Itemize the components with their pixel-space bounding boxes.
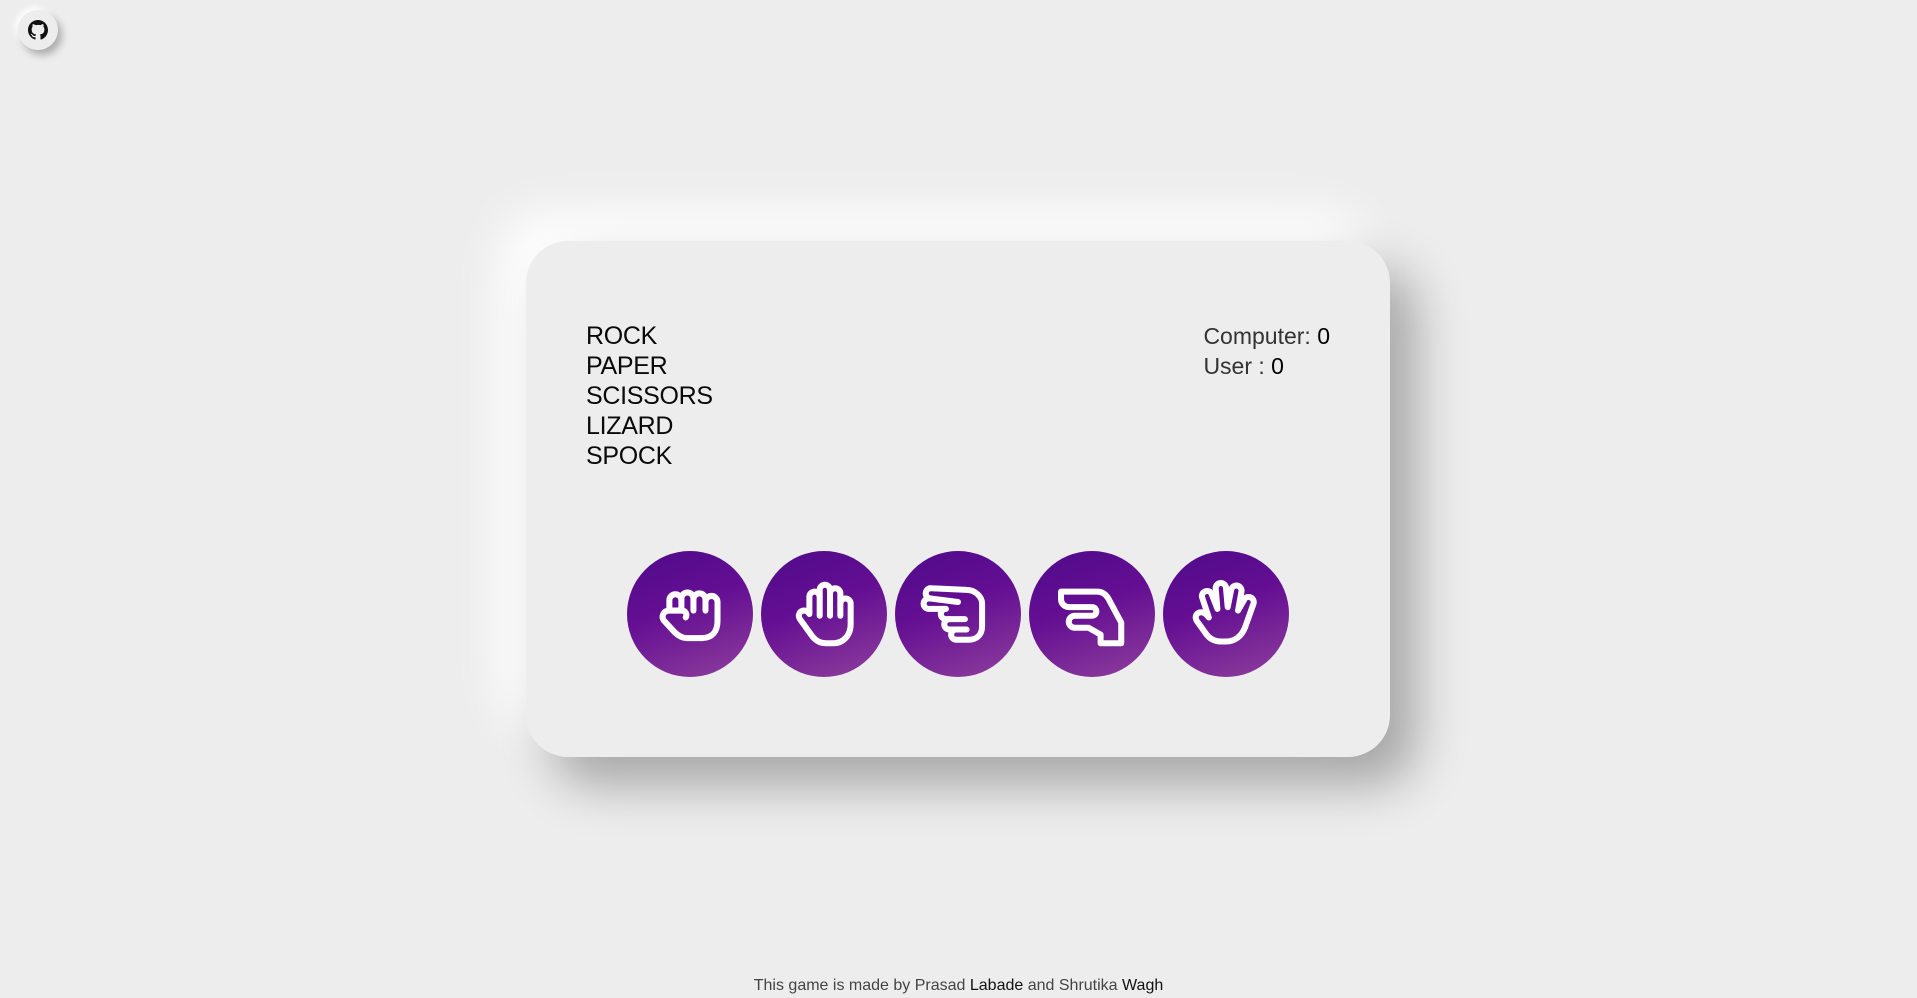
title-line-spock: SPOCK — [586, 442, 673, 470]
hand-paper-icon — [795, 581, 854, 647]
title-line-scissors: SCISSORS — [586, 382, 713, 410]
author1-first: Prasad — [914, 977, 966, 994]
title-line-rock: ROCK — [586, 322, 658, 350]
title-line-paper: PAPER — [586, 352, 668, 380]
author2-first: Shrutika — [1058, 977, 1118, 994]
user-score-row: User : 0 — [1203, 351, 1330, 381]
author1-last: Labade — [969, 977, 1024, 994]
footer-prefix: This game is made by — [753, 977, 911, 994]
paper-button[interactable] — [761, 551, 887, 677]
choice-buttons — [627, 551, 1289, 677]
footer-credits: This game is made by Prasad Labade and S… — [0, 977, 1917, 995]
page: ROCK PAPER SCISSORS LIZARD SPOCK Compute… — [0, 0, 1917, 998]
footer-joiner: and — [1027, 977, 1055, 994]
scissors-button[interactable] — [895, 551, 1021, 677]
scoreboard: Computer: 0 User : 0 — [1203, 321, 1330, 381]
title-line-lizard: LIZARD — [586, 412, 674, 440]
spock-button[interactable] — [1163, 551, 1289, 677]
rock-button[interactable] — [627, 551, 753, 677]
computer-score-value: 0 — [1317, 323, 1330, 349]
hand-rock-icon — [659, 589, 721, 642]
game-card: ROCK PAPER SCISSORS LIZARD SPOCK Compute… — [526, 241, 1390, 757]
hand-lizard-icon — [1058, 588, 1125, 647]
computer-score-label: Computer: — [1203, 323, 1311, 349]
github-icon — [28, 20, 48, 40]
hand-scissors-icon — [920, 585, 986, 643]
user-score-label: User : — [1203, 353, 1265, 379]
lizard-button[interactable] — [1029, 551, 1155, 677]
game-title: ROCK PAPER SCISSORS LIZARD SPOCK — [586, 321, 713, 471]
hand-spock-icon — [1192, 580, 1257, 645]
computer-score-row: Computer: 0 — [1203, 321, 1330, 351]
github-link[interactable] — [18, 10, 58, 50]
author2-last: Wagh — [1122, 977, 1164, 994]
user-score-value: 0 — [1271, 353, 1284, 379]
